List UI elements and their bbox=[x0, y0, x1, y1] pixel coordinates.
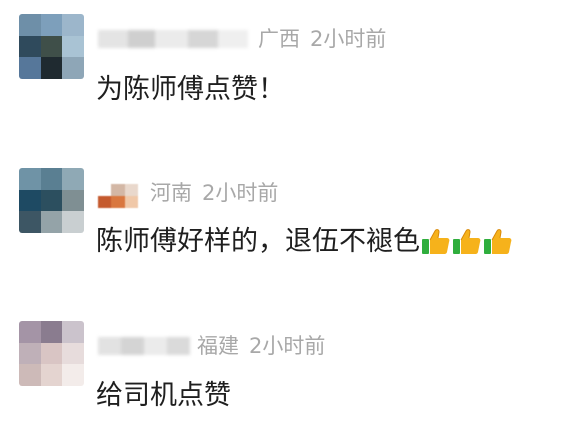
avatar-pixel bbox=[19, 57, 41, 79]
avatar-pixel bbox=[62, 189, 84, 212]
timestamp: 2小时前 bbox=[202, 181, 279, 205]
comment-meta: 河南 2小时前 bbox=[150, 181, 278, 205]
comment-meta: 广西 2小时前 bbox=[258, 27, 386, 51]
avatar-pixel bbox=[62, 321, 84, 343]
avatar-pixel bbox=[19, 35, 41, 58]
comment-text-content: 陈师傅好样的，退伍不褪色 bbox=[96, 226, 420, 257]
avatar-pixel bbox=[40, 321, 63, 343]
thumbs-up-icon bbox=[453, 229, 481, 254]
avatar-pixel bbox=[62, 57, 84, 79]
avatar[interactable] bbox=[19, 321, 84, 386]
avatar-pixel bbox=[40, 189, 63, 212]
avatar-pixel bbox=[19, 321, 41, 343]
location-label: 广西 bbox=[258, 27, 300, 51]
timestamp: 2小时前 bbox=[249, 334, 326, 358]
avatar-pixel bbox=[40, 57, 63, 79]
avatar-pixel bbox=[19, 14, 41, 36]
comment-text: 陈师傅好样的，退伍不褪色 bbox=[96, 226, 513, 258]
thumbs-up-icon bbox=[422, 229, 450, 254]
location-label: 福建 bbox=[197, 334, 239, 358]
username[interactable] bbox=[98, 184, 138, 208]
avatar-pixel bbox=[19, 211, 41, 233]
avatar-pixel bbox=[62, 364, 84, 386]
avatar-pixel bbox=[40, 14, 63, 36]
comment-text: 给司机点赞 bbox=[96, 380, 231, 411]
avatar[interactable] bbox=[19, 168, 84, 233]
avatar-pixel bbox=[62, 211, 84, 233]
username-pixel bbox=[98, 196, 112, 208]
thumbs-up-icon bbox=[484, 229, 512, 254]
avatar-pixel bbox=[19, 364, 41, 386]
avatar-pixel bbox=[40, 35, 63, 58]
username-pixel bbox=[111, 184, 125, 196]
username[interactable] bbox=[98, 337, 190, 355]
comment-meta: 福建 2小时前 bbox=[197, 334, 325, 358]
avatar-pixel bbox=[19, 168, 41, 190]
timestamp: 2小时前 bbox=[310, 27, 387, 51]
avatar-pixel bbox=[62, 14, 84, 36]
avatar-pixel bbox=[62, 168, 84, 190]
avatar-pixel bbox=[40, 168, 63, 190]
avatar-pixel bbox=[62, 342, 84, 365]
avatar-pixel bbox=[40, 364, 63, 386]
avatar-pixel bbox=[19, 189, 41, 212]
username-pixel bbox=[124, 196, 138, 208]
avatar-pixel bbox=[40, 342, 63, 365]
username-pixel bbox=[124, 184, 138, 196]
location-label: 河南 bbox=[150, 181, 192, 205]
username-pixel bbox=[98, 184, 112, 196]
avatar[interactable] bbox=[19, 14, 84, 79]
avatar-pixel bbox=[62, 35, 84, 58]
comment-text: 为陈师傅点赞！ bbox=[96, 74, 285, 105]
avatar-pixel bbox=[40, 211, 63, 233]
username-pixel bbox=[111, 196, 125, 208]
avatar-pixel bbox=[19, 342, 41, 365]
username[interactable] bbox=[98, 30, 248, 48]
